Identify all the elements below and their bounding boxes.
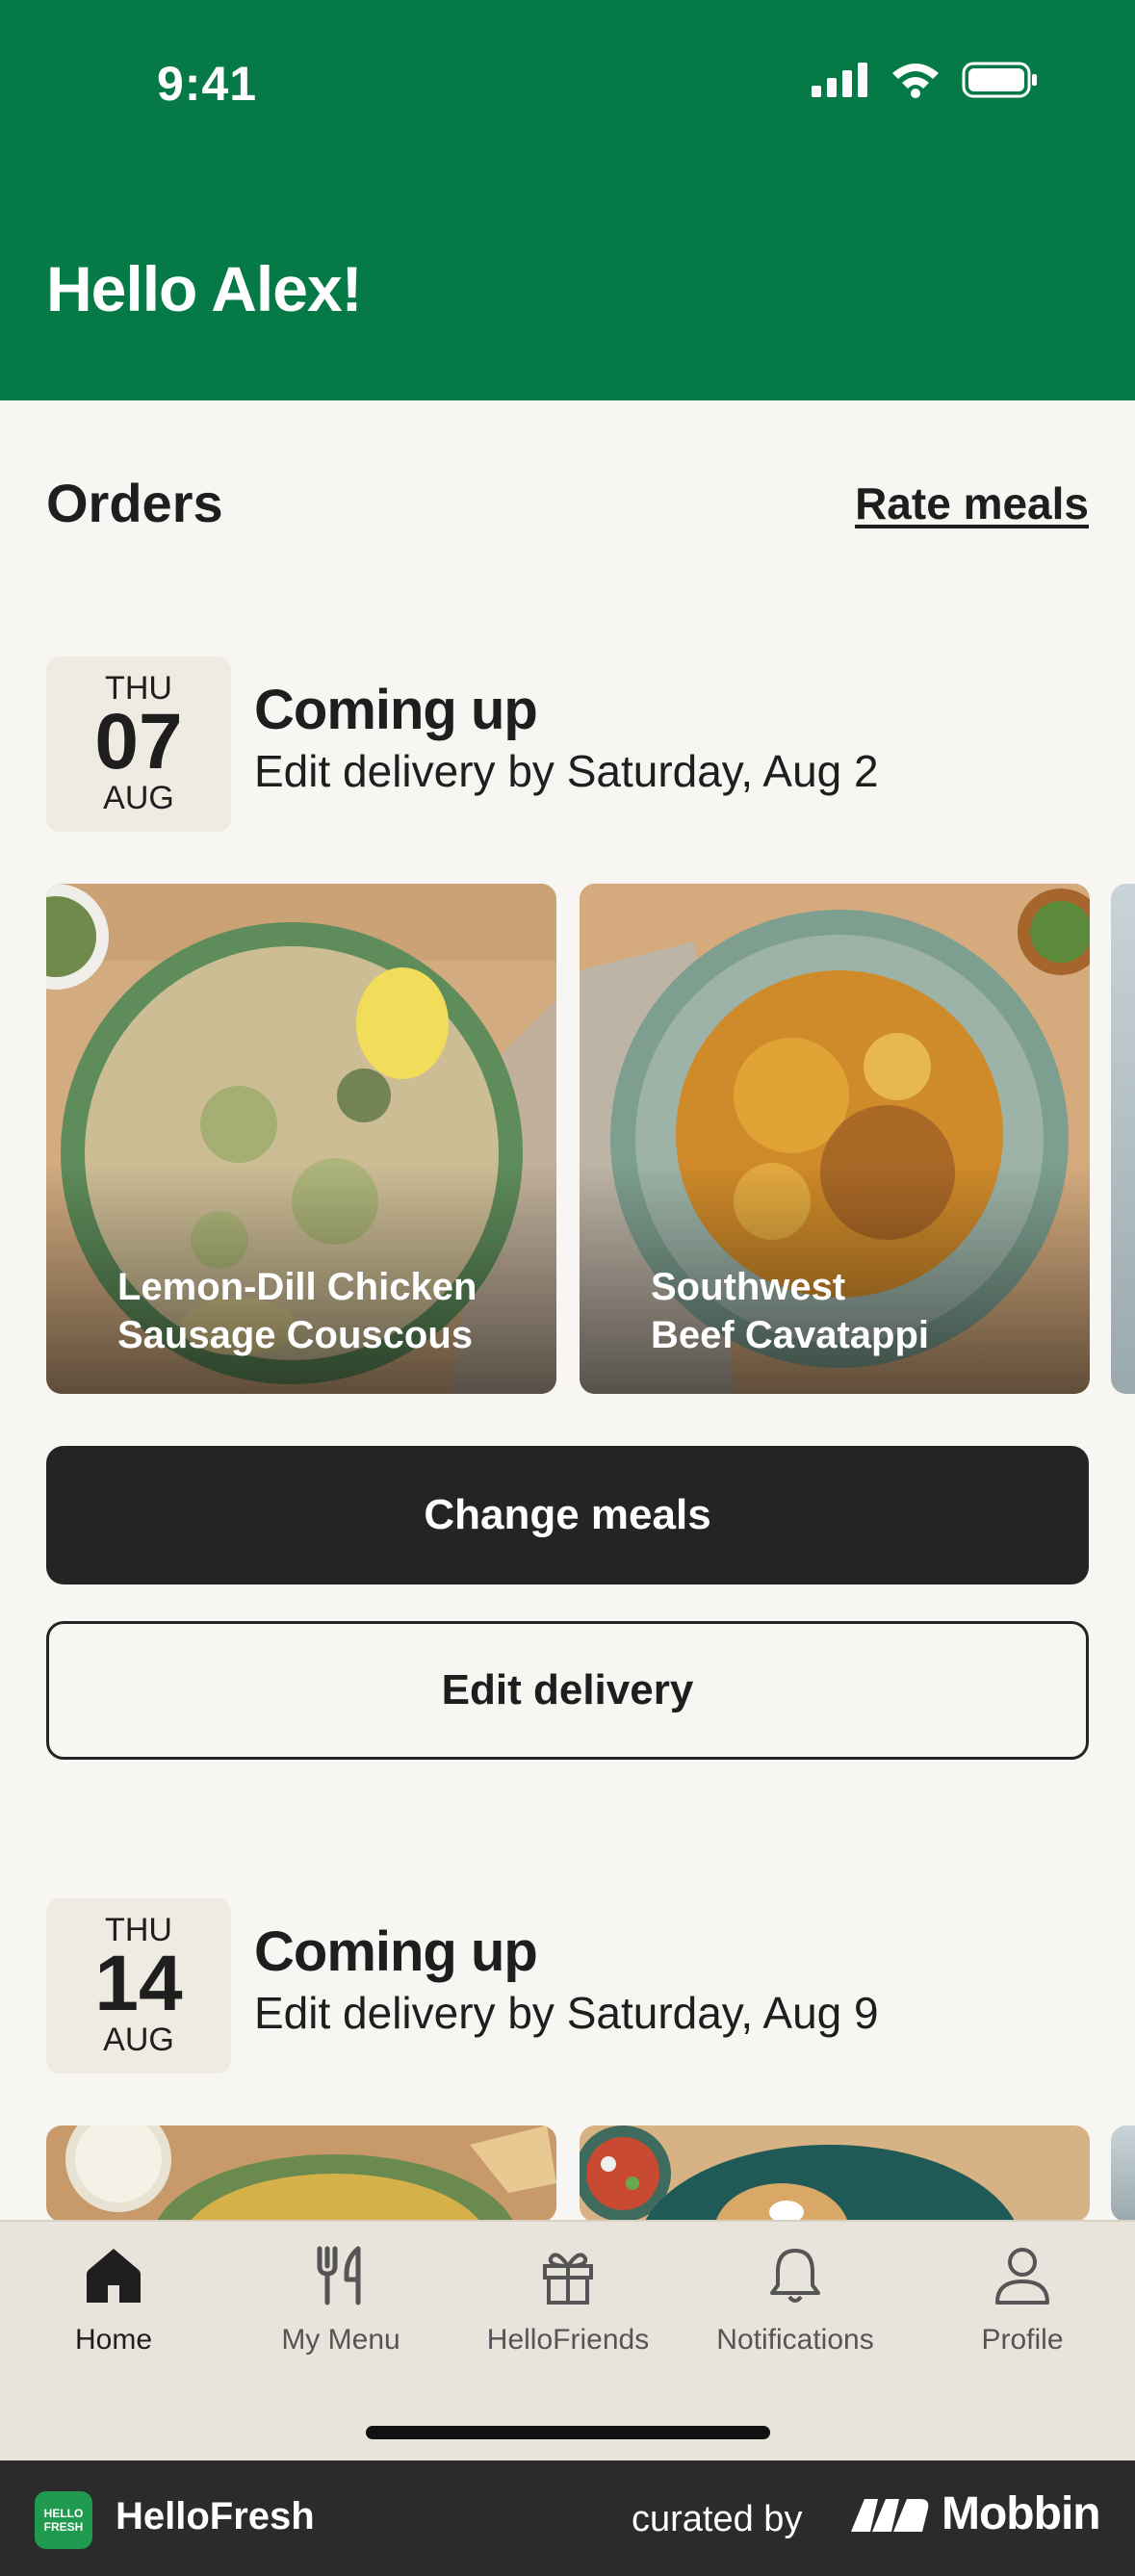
meal-name: Lemon-Dill Chicken Sausage Couscous [117, 1263, 537, 1359]
tab-bar: Home My Menu HelloFriends Notifications … [0, 2220, 1135, 2460]
delivery-subtitle: Edit delivery by Saturday, Aug 2 [254, 746, 879, 796]
mobbin-name: Mobbin [942, 2488, 1101, 2539]
mobbin-logo-icon [851, 2498, 929, 2532]
hellofresh-logo: HELLO FRESH [35, 2491, 92, 2549]
date-month: AUG [103, 780, 174, 816]
meal-name-line2: Beef Cavatappi [651, 1314, 929, 1356]
meal-image [46, 2125, 556, 2222]
meal-image [580, 2125, 1090, 2222]
edit-delivery-button[interactable]: Edit delivery [46, 1621, 1089, 1760]
footer: HELLO FRESH HelloFresh curated by Mobbin [0, 2460, 1135, 2576]
delivery-heading: Coming up [254, 1920, 538, 1983]
bell-icon [770, 2249, 820, 2303]
change-meals-button[interactable]: Change meals [46, 1446, 1089, 1584]
curated-by-label: curated by [632, 2499, 803, 2539]
tab-label: Profile [981, 2324, 1064, 2356]
tab-notifications[interactable]: Notifications [682, 2245, 909, 2357]
tab-hellofriends[interactable]: HelloFriends [454, 2245, 682, 2357]
person-icon [995, 2248, 1049, 2305]
battery-icon [962, 62, 1037, 98]
tab-label: My Menu [281, 2324, 400, 2356]
home-icon [87, 2249, 141, 2303]
home-indicator [366, 2426, 770, 2439]
rate-meals-link[interactable]: Rate meals [855, 477, 1089, 529]
signal-icon [812, 63, 867, 97]
meal-card[interactable]: Southwest Beef Cavatappi [580, 884, 1090, 1394]
date-month: AUG [103, 2022, 174, 2058]
tab-label: HelloFriends [486, 2324, 650, 2356]
delivery-date-badge: THU 07 AUG [46, 657, 231, 832]
mobbin-brand: Mobbin [851, 2487, 1101, 2540]
meal-name-line2: Sausage Couscous [117, 1314, 474, 1356]
meal-name-line1: Southwest [651, 1266, 846, 1308]
app-name: HelloFresh [116, 2495, 315, 2537]
orders-title: Orders [46, 473, 223, 533]
tab-profile[interactable]: Profile [909, 2245, 1135, 2357]
meal-name-line1: Lemon-Dill Chicken [117, 1266, 477, 1308]
meal-card[interactable]: Lemon-Dill Chicken Sausage Couscous [46, 884, 556, 1394]
wifi-icon [892, 64, 939, 98]
meal-card-peek[interactable] [1111, 2125, 1135, 2222]
tab-my-menu[interactable]: My Menu [227, 2245, 454, 2357]
delivery-subtitle: Edit delivery by Saturday, Aug 9 [254, 1988, 879, 2038]
date-day: 07 [94, 698, 183, 786]
status-icons [812, 62, 1039, 98]
meal-card[interactable] [580, 2125, 1090, 2222]
tab-label: Home [74, 2324, 153, 2356]
delivery-date-badge: THU 14 AUG [46, 1898, 231, 2074]
gift-icon [543, 2253, 593, 2305]
meal-card[interactable] [46, 2125, 556, 2222]
fork-knife-icon [317, 2246, 361, 2306]
greeting: Hello Alex! [46, 253, 363, 324]
status-time: 9:41 [157, 57, 258, 111]
tab-label: Notifications [716, 2324, 874, 2356]
header: 9:41 Hello Alex! [0, 0, 1135, 400]
date-day: 14 [94, 1940, 183, 2027]
meal-name: Southwest Beef Cavatappi [651, 1263, 1071, 1359]
tab-home[interactable]: Home [0, 2245, 227, 2357]
meal-card-peek[interactable] [1111, 884, 1135, 1394]
delivery-heading: Coming up [254, 679, 538, 741]
